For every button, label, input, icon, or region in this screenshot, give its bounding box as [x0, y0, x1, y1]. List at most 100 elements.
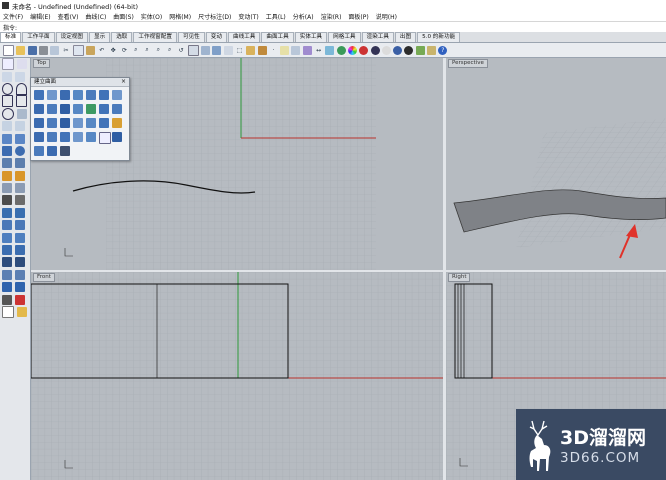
rotate-surface-icon[interactable] [47, 132, 57, 142]
help-icon[interactable]: ? [438, 45, 448, 55]
tab-drafting[interactable]: 出图 [394, 32, 417, 42]
layer-icon[interactable] [280, 45, 290, 55]
chamfer-surface-icon[interactable] [60, 132, 70, 142]
viewport-label-right[interactable]: Right [448, 273, 471, 282]
create-surface-panel-header[interactable]: 建立曲面 × [31, 78, 129, 87]
block-icon[interactable] [15, 257, 25, 268]
sphere-render-icon[interactable] [404, 45, 414, 55]
trim-icon[interactable] [2, 195, 12, 206]
extrude-tapered-icon[interactable] [47, 104, 57, 114]
offset-curve-icon[interactable] [15, 121, 25, 132]
array-icon[interactable] [15, 245, 25, 256]
sweep-icon[interactable] [34, 132, 44, 142]
viewport-front[interactable]: Front [31, 272, 443, 480]
environment-icon[interactable] [370, 45, 380, 55]
viewport-perspective[interactable]: Perspective [446, 58, 666, 270]
cap-icon[interactable] [34, 146, 44, 156]
texture-icon[interactable] [415, 45, 425, 55]
ellipse-icon[interactable] [2, 107, 14, 120]
options-icon[interactable] [426, 45, 436, 55]
tab-surface-tools[interactable]: 曲面工具 [261, 32, 294, 42]
surface-from-points-icon[interactable] [34, 90, 44, 100]
analyze-curve-icon[interactable] [2, 282, 12, 293]
tab-cplanes[interactable]: 工作平面 [22, 32, 55, 42]
import-icon[interactable] [50, 45, 60, 55]
menu-view[interactable]: 查看(V) [58, 12, 79, 21]
menu-render[interactable]: 渲染(R) [321, 12, 342, 21]
polyline-icon[interactable] [2, 71, 12, 82]
group-icon[interactable] [2, 257, 12, 268]
color-wheel-icon[interactable] [347, 45, 357, 55]
distance-icon[interactable]: ↔ [314, 46, 323, 55]
tab-new-in-v5[interactable]: 5.0 的新功能 [417, 32, 461, 42]
open-file-icon[interactable] [16, 45, 26, 55]
move-icon[interactable] [2, 220, 12, 231]
mirror-icon[interactable] [2, 245, 12, 256]
surface-corner-icon[interactable] [47, 90, 57, 100]
zoom-icon[interactable]: ⌕ [131, 46, 140, 55]
dimension-icon[interactable] [2, 183, 12, 194]
tab-solid-tools[interactable]: 实体工具 [294, 32, 328, 42]
menu-analyze[interactable]: 分析(A) [293, 12, 314, 21]
fillet-surface-icon[interactable] [99, 118, 109, 128]
rotate-icon[interactable] [2, 232, 12, 243]
curve-icon[interactable] [15, 71, 25, 82]
network-surface-icon[interactable] [112, 104, 122, 114]
menu-surface[interactable]: 曲面(S) [113, 12, 134, 21]
polygon-icon[interactable] [16, 95, 27, 108]
set-view-icon[interactable] [212, 45, 222, 55]
pan-icon[interactable]: ✥ [109, 46, 118, 55]
save-icon[interactable] [27, 45, 37, 55]
curve-from-object-icon[interactable] [17, 108, 27, 119]
zoom-window-icon[interactable]: ⌕ [143, 46, 152, 55]
cut-icon[interactable]: ✂ [61, 46, 70, 55]
fit-surface-icon[interactable] [73, 132, 83, 142]
menu-edit[interactable]: 编辑(E) [30, 12, 50, 21]
tab-mesh-tools[interactable]: 网格工具 [328, 32, 361, 42]
vertical-plane-icon[interactable] [99, 90, 109, 100]
scale-icon[interactable] [15, 232, 25, 243]
material-icon[interactable] [359, 45, 369, 55]
viewport-label-front[interactable]: Front [33, 273, 55, 282]
grid-icon[interactable] [2, 294, 12, 305]
four-view-icon[interactable] [187, 44, 199, 56]
zoom-selected-icon[interactable]: ⌕ [165, 46, 174, 55]
tab-standard[interactable]: 标准 [0, 32, 22, 42]
blend-surface-icon[interactable] [86, 118, 96, 128]
surface-icon[interactable] [15, 133, 25, 144]
sweep-1-rail-icon[interactable] [86, 104, 96, 114]
one-two-rail-icon[interactable] [99, 132, 111, 144]
pencil-icon[interactable] [17, 307, 27, 317]
panel-close-icon[interactable]: × [121, 78, 126, 86]
lock-object-icon[interactable] [257, 45, 267, 55]
render-icon[interactable] [336, 45, 346, 55]
text-icon[interactable] [15, 183, 25, 194]
copy-object-icon[interactable] [15, 220, 25, 231]
circle-icon[interactable] [2, 82, 13, 95]
new-file-icon[interactable] [3, 44, 14, 56]
menu-mesh[interactable]: 网格(M) [169, 12, 191, 21]
tab-display[interactable]: 显示 [88, 32, 111, 42]
mesh-icon[interactable] [2, 170, 12, 181]
explode-icon[interactable] [15, 207, 25, 218]
menu-solid[interactable]: 实体(O) [141, 12, 162, 21]
extrude-straight-icon[interactable] [34, 104, 44, 114]
hide-object-icon[interactable] [246, 45, 256, 55]
box-solid-icon[interactable] [2, 145, 12, 156]
undo-icon[interactable]: ↶ [97, 46, 106, 55]
shaded-view-icon[interactable] [223, 45, 233, 55]
sweep-icon[interactable] [15, 282, 25, 293]
heightfield-icon[interactable] [73, 118, 83, 128]
menu-panels[interactable]: 面板(P) [348, 12, 368, 21]
sweep-2-rail-icon[interactable] [99, 104, 109, 114]
viewport-divider-horizontal[interactable] [31, 270, 666, 272]
sphere-solid-icon[interactable] [15, 145, 25, 156]
surface-from-mesh-icon[interactable] [47, 146, 57, 156]
cylinder-icon[interactable] [2, 158, 12, 169]
patch-icon[interactable] [34, 118, 44, 128]
tab-viewport-layout[interactable]: 工作视窗配置 [133, 32, 177, 42]
cutting-plane-icon[interactable] [112, 90, 122, 100]
menu-help[interactable]: 说明(H) [376, 12, 397, 21]
surface-grid-icon[interactable] [60, 146, 70, 156]
point-icon[interactable] [17, 59, 27, 70]
